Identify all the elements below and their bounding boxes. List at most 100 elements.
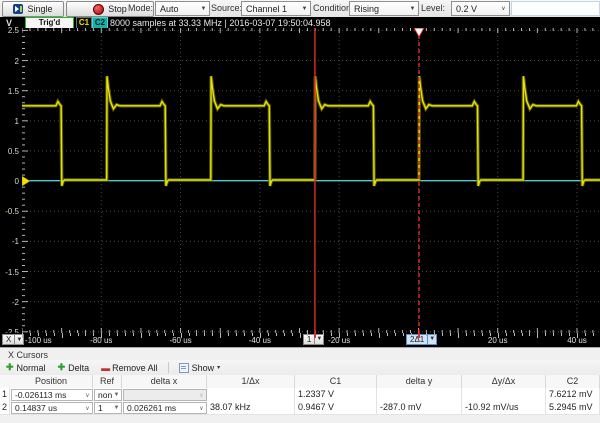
c2-value: 7.6212 mV [546,388,600,401]
cursor-axis-tick [418,333,420,338]
x-ruler-tick [411,333,412,336]
x-ruler-tick [482,333,483,336]
x-ruler-tick [149,333,150,336]
source-label: Source: [211,3,242,13]
chevron-down-icon: ▼ [112,392,121,398]
y-axis-tick-label: 1 [0,117,19,126]
mode-select[interactable]: Auto ▼ [155,1,210,16]
x-ruler-tick [157,333,158,336]
add-normal-cursor-button[interactable]: ✚ Normal [0,361,52,374]
y-axis-tick-label: 0 [0,177,19,186]
toolbar-separator [168,362,169,373]
delta-x-select-value: 0.026261 ms [124,403,197,413]
trigger-toolbar: Single Stop Mode: Auto ▼ Source: Channel… [0,0,600,18]
ref-select-value: 1 [95,403,112,413]
channel1-ground-marker[interactable] [22,176,30,186]
normal-label: Normal [17,363,46,373]
x-ruler-tick [529,333,530,336]
y-axis-tick-label: -2 [0,298,19,307]
sample-info: 8000 samples at 33.33 MHz | 2016-03-07 1… [110,18,331,28]
show-columns-icon [179,363,189,373]
ref-select[interactable]: 1▼ [94,402,122,414]
show-menu-button[interactable]: Show ▾ [173,361,227,374]
trigger-position-marker[interactable] [414,28,424,37]
dy-dx-value: -10.92 mV/us [462,401,546,414]
position-select-value: -0.026113 ms [12,390,83,400]
delta-label: Delta [68,363,89,373]
chevron-down-icon: ∨ [498,5,509,12]
x-ruler-tick [403,333,404,336]
table-header: PositionRefdelta x1/ΔxC1delta yΔy/ΔxC2 [0,375,600,389]
condition-select[interactable]: Rising ▼ [349,1,419,16]
x-ruler-tick [220,333,221,338]
minus-icon: ▬ [101,363,109,373]
waveform-plot[interactable] [22,28,600,333]
x-axis-button[interactable]: X ▼ [2,334,24,345]
x-ruler-tick [307,333,308,336]
x-axis-tick-label: -80 us [90,336,112,345]
position-select[interactable]: -0.026113 ms∨ [11,389,93,401]
remove-all-button[interactable]: ▬ Remove All [95,361,164,374]
x-axis-strip: X ▼ 1 ▼ 2Δ1 ▼ -100 us-80 us-60 us-40 us-… [0,333,600,347]
x-ruler-tick [228,333,229,336]
position-select[interactable]: 0.14837 us∨ [11,402,93,414]
ref-select[interactable]: none▼ [94,389,122,401]
x-ruler-tick [70,333,71,336]
c1-value: 0.9467 V [295,401,377,414]
x-ruler-tick [117,333,118,336]
chevron-down-icon: ∨ [197,392,206,399]
show-label: Show [192,363,215,373]
x-ruler-tick [355,333,356,336]
chevron-down-icon: ▼ [407,6,418,12]
x-axis-button-label: X [2,334,15,345]
scope-display[interactable]: 2.521.510.50-0.5-1-1.5-2-2.5 [0,28,600,333]
position-select-value: 0.14837 us [12,403,83,413]
c2-value: 5.2945 mV [546,401,600,414]
column-header: Position [10,375,93,388]
single-label: Single [27,4,52,14]
level-value: 0.2 V [452,4,498,14]
y-axis-tick-label: -1.5 [0,268,19,277]
single-icon [13,4,23,14]
single-button[interactable]: Single [2,1,64,17]
x-ruler-tick [466,333,467,336]
x-ruler-tick [450,333,451,336]
x-ruler-tick [442,333,443,336]
x-axis-tick-label: -20 us [328,336,350,345]
chevron-down-icon: ∨ [197,405,206,412]
column-header: Δy/Δx [462,375,546,388]
x-ruler-tick [426,333,427,336]
column-header: C2 [546,375,600,388]
x-ruler-tick [62,333,63,338]
x-ruler-tick [371,333,372,336]
x-axis-tick-label: -100 us [25,336,52,345]
level-label: Level: [421,3,445,13]
delta-x-select[interactable]: ∨ [123,389,207,401]
x-axis-tick-label: 40 us [567,336,587,345]
cursors-toolbar: ✚ Normal ✚ Delta ▬ Remove All Show ▾ [0,360,600,376]
condition-label: Condition: [313,3,354,13]
x-ruler-tick [379,333,380,338]
x-cursors-panel: X Cursors ✚ Normal ✚ Delta ▬ Remove All … [0,347,600,423]
cursor-row-2: 20.14837 us∨1▼0.026261 ms∨38.07 kHz0.946… [0,401,600,415]
x-ruler-tick [522,333,523,336]
x-axis-tick-label: -40 us [249,336,271,345]
x-ruler-tick [323,333,324,336]
cursor-axis-tick [314,333,316,338]
mode-value: Auto [156,4,198,14]
source-select[interactable]: Channel 1 ▼ [241,1,311,16]
panel-title: X Cursors [8,350,48,360]
column-header: delta x [122,375,207,388]
add-delta-cursor-button[interactable]: ✚ Delta [52,361,96,374]
condition-value: Rising [350,4,407,14]
x-ruler-tick [196,333,197,336]
column-header: 1/Δx [207,375,295,388]
ref-select-value: none [95,390,112,400]
level-select[interactable]: 0.2 V ∨ [451,1,510,16]
empty-field[interactable] [511,1,600,16]
x-ruler-tick [545,333,546,336]
source-value: Channel 1 [242,4,299,14]
delta-x-select[interactable]: 0.026261 ms∨ [123,402,207,414]
y-axis-tick-label: 2.5 [0,26,19,35]
chevron-down-icon: ▾ [217,364,220,371]
